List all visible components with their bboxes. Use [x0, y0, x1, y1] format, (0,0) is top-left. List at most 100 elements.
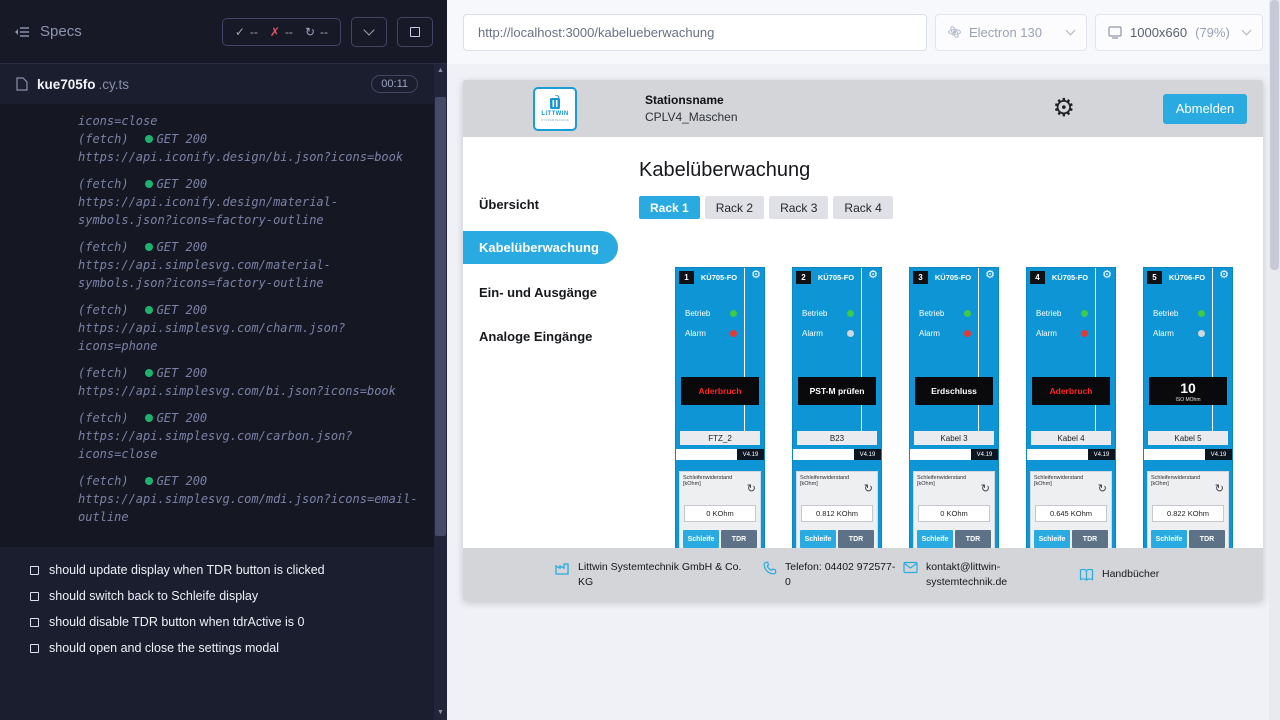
- tab-rack-3[interactable]: Rack 3: [769, 196, 828, 219]
- runner-scrollbar[interactable]: ▲ ▼: [434, 64, 447, 720]
- tab-rack-4[interactable]: Rack 4: [833, 196, 892, 219]
- refresh-icon[interactable]: ↻: [747, 484, 756, 495]
- measurement-panel: Schleifenwiderstand [kOhm] ↻ 0 KOhm Schl…: [679, 471, 761, 548]
- viewport-select[interactable]: 1000x660 (79%): [1095, 14, 1263, 51]
- device-card: 2 KÜ705-FO ⚙ Betrieb Alarm PST-M prüfen …: [792, 267, 882, 548]
- card-settings-gear-icon[interactable]: ⚙: [868, 270, 878, 281]
- network-log-entry[interactable]: (fetch)GET 200 https://api.iconify.desig…: [78, 130, 420, 166]
- schleife-button[interactable]: Schleife: [800, 530, 836, 548]
- network-log-entry[interactable]: (fetch)GET 200 https://api.simplesvg.com…: [78, 301, 420, 355]
- window-scrollbar[interactable]: [1269, 0, 1280, 720]
- schleife-button[interactable]: Schleife: [917, 530, 953, 548]
- card-settings-gear-icon[interactable]: ⚙: [751, 270, 761, 281]
- test-row[interactable]: should switch back to Schleife display: [0, 583, 434, 609]
- card-title: KÜ706-FO: [1162, 273, 1212, 282]
- sidebar-item-analoge-eingaenge[interactable]: Analoge Eingänge: [463, 314, 623, 358]
- network-log-entry[interactable]: (fetch)GET 200 https://api.iconify.desig…: [78, 175, 420, 229]
- stop-icon: [410, 27, 420, 37]
- sidebar-item-uebersicht[interactable]: Übersicht: [463, 182, 623, 226]
- card-settings-gear-icon[interactable]: ⚙: [1102, 270, 1112, 281]
- app-window: LITTWIN SYSTEMTECHNIK Stationsname CPLV4…: [463, 80, 1263, 601]
- status-value: PST-M prüfen: [810, 386, 865, 396]
- electron-icon: [948, 25, 961, 39]
- version-strip: V4.19: [793, 449, 881, 460]
- betrieb-led: [1198, 310, 1205, 317]
- status-value: Aderbruch: [699, 386, 742, 396]
- scrollbar-thumb[interactable]: [435, 97, 446, 537]
- tdr-button[interactable]: TDR: [838, 530, 874, 548]
- card-settings-gear-icon[interactable]: ⚙: [1219, 270, 1229, 281]
- stop-button[interactable]: [397, 17, 433, 47]
- card-divider: [978, 268, 979, 432]
- scroll-up-icon[interactable]: ▲: [437, 64, 444, 78]
- status-display: Aderbruch: [1032, 377, 1110, 405]
- scroll-down-icon[interactable]: ▼: [437, 706, 444, 720]
- card-title: KÜ705-FO: [1045, 273, 1095, 282]
- tdr-button[interactable]: TDR: [721, 530, 757, 548]
- tab-rack-2[interactable]: Rack 2: [705, 196, 764, 219]
- tdr-button[interactable]: TDR: [1189, 530, 1225, 548]
- sidebar-item-ein-und-ausgaenge[interactable]: Ein- und Ausgänge: [463, 270, 623, 314]
- network-log-entry[interactable]: (fetch)GET 200 https://api.simplesvg.com…: [78, 409, 420, 463]
- spec-file-row[interactable]: kue705fo .cy.ts 00:11: [0, 64, 434, 104]
- status-value: Aderbruch: [1050, 386, 1093, 396]
- scrollbar-track[interactable]: [434, 78, 447, 706]
- mail-icon: [903, 561, 918, 574]
- request-url: https://api.simplesvg.com/mdi.json?icons…: [78, 490, 419, 526]
- tab-rack-1[interactable]: Rack 1: [639, 196, 700, 219]
- schleife-button[interactable]: Schleife: [1034, 530, 1070, 548]
- test-state-icon: [30, 618, 39, 627]
- network-log-entry[interactable]: (fetch)GET 200 https://api.simplesvg.com…: [78, 364, 420, 400]
- betrieb-row: Betrieb: [1153, 309, 1205, 318]
- cable-name: Kabel 3: [914, 431, 994, 445]
- measurement-panel: Schleifenwiderstand [kOhm] ↻ 0.645 KOhm …: [1030, 471, 1112, 548]
- settings-gear-icon[interactable]: ⚙: [1053, 96, 1075, 121]
- rack-tabs: Rack 1 Rack 2 Rack 3 Rack 4: [639, 196, 1263, 219]
- specs-label[interactable]: Specs: [40, 23, 82, 40]
- alarm-led: [847, 330, 854, 337]
- footer-manuals[interactable]: Handbücher: [1079, 567, 1159, 581]
- logout-button[interactable]: Abmelden: [1163, 94, 1247, 124]
- test-row[interactable]: should disable TDR button when tdrActive…: [0, 609, 434, 635]
- fetch-command-label: (fetch): [78, 409, 129, 427]
- betrieb-led: [1081, 310, 1088, 317]
- measurement-value: 0.645 KOhm: [1035, 505, 1107, 522]
- card-settings-gear-icon[interactable]: ⚙: [985, 270, 995, 281]
- tdr-button[interactable]: TDR: [955, 530, 991, 548]
- browser-select[interactable]: Electron 130: [935, 14, 1087, 51]
- specs-list-icon[interactable]: [14, 25, 30, 39]
- version-strip: V4.19: [1144, 449, 1232, 460]
- schleife-button[interactable]: Schleife: [683, 530, 719, 548]
- schleife-button[interactable]: Schleife: [1151, 530, 1187, 548]
- status-display: PST-M prüfen: [798, 377, 876, 405]
- alarm-led: [964, 330, 971, 337]
- request-url: https://api.iconify.design/material-symb…: [78, 193, 419, 229]
- sidebar-item-kabelueberwachung[interactable]: Kabelüberwachung: [463, 231, 618, 264]
- request-url: https://api.simplesvg.com/carbon.json?ic…: [78, 427, 419, 463]
- refresh-icon[interactable]: ↻: [1098, 484, 1107, 495]
- card-number-badge: 2: [796, 271, 811, 284]
- window-scrollbar-thumb[interactable]: [1270, 0, 1279, 270]
- footer-company-text: Littwin Systemtechnik GmbH & Co. KG: [578, 560, 742, 588]
- refresh-icon: ↻: [305, 25, 315, 39]
- test-row[interactable]: should update display when TDR button is…: [0, 557, 434, 583]
- request-url: https://api.iconify.design/bi.json?icons…: [78, 148, 419, 166]
- chevron-down-icon: [363, 24, 374, 35]
- log-continuation: icons=close: [78, 112, 419, 130]
- runner-header: Specs ✓-- ✗-- ↻--: [0, 0, 447, 64]
- test-row[interactable]: should open and close the settings modal: [0, 635, 434, 661]
- footer-phone-text: Telefon: 04402 972577-0: [785, 560, 899, 588]
- network-log-entry[interactable]: (fetch)GET 200 https://api.simplesvg.com…: [78, 472, 420, 526]
- footer-manuals-text: Handbücher: [1102, 567, 1159, 581]
- url-input[interactable]: [463, 14, 927, 51]
- refresh-icon[interactable]: ↻: [1215, 484, 1224, 495]
- network-log-entry[interactable]: (fetch)GET 200 https://api.simplesvg.com…: [78, 238, 420, 292]
- logo-subtitle: SYSTEMTECHNIK: [541, 118, 569, 122]
- collapse-button[interactable]: [351, 17, 387, 47]
- measurement-value: 0.822 KOhm: [1152, 505, 1224, 522]
- refresh-icon[interactable]: ↻: [864, 484, 873, 495]
- refresh-icon[interactable]: ↻: [981, 484, 990, 495]
- tdr-button[interactable]: TDR: [1072, 530, 1108, 548]
- card-divider: [744, 268, 745, 432]
- footer-phone: Telefon: 04402 972577-0: [763, 560, 903, 588]
